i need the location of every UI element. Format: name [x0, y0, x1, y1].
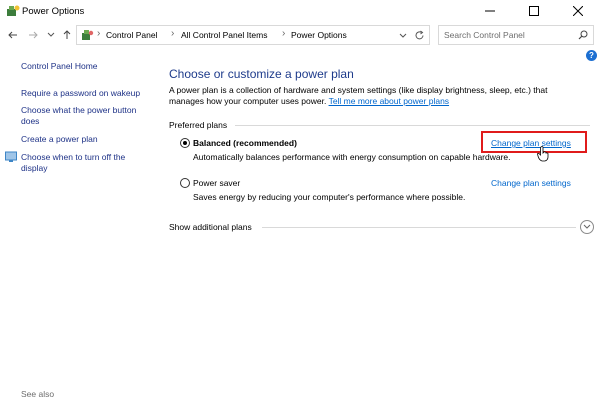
breadcrumb-separator: › — [282, 28, 286, 39]
see-also-label: See also — [21, 389, 55, 399]
sidebar-item-display-off[interactable]: Choose when to turn off the display — [21, 152, 149, 174]
help-button[interactable]: ? — [586, 50, 597, 61]
power-plans-help-link[interactable]: Tell me more about power plans — [329, 96, 449, 106]
sidebar-item-create-plan[interactable]: Create a power plan — [21, 134, 151, 145]
preferred-plans-label: Preferred plans — [169, 120, 228, 130]
expand-additional-plans-button[interactable] — [580, 220, 594, 234]
section-divider — [262, 227, 576, 228]
breadcrumb-all-items[interactable]: All Control Panel Items — [181, 30, 267, 40]
maximize-button[interactable] — [512, 0, 556, 22]
title-bar[interactable]: Power Options — [0, 0, 600, 22]
breadcrumb-separator: › — [171, 28, 175, 39]
sidebar-item-power-button[interactable]: Choose what the power button does — [21, 105, 149, 127]
breadcrumb-control-panel[interactable]: Control Panel — [106, 30, 158, 40]
address-bar[interactable]: › Control Panel › All Control Panel Item… — [76, 25, 430, 45]
hand-cursor-icon — [537, 146, 549, 162]
power-options-icon — [7, 5, 20, 16]
power-saver-plan-radio[interactable] — [180, 178, 190, 188]
balanced-change-plan-link[interactable]: Change plan settings — [491, 138, 571, 148]
search-placeholder: Search Control Panel — [444, 30, 525, 40]
show-additional-plans-label[interactable]: Show additional plans — [169, 222, 252, 232]
back-arrow-icon — [8, 31, 17, 39]
window-title: Power Options — [22, 6, 85, 17]
breadcrumb-power-options[interactable]: Power Options — [291, 30, 347, 40]
chevron-down-icon — [47, 32, 55, 37]
up-button[interactable] — [60, 27, 74, 43]
power-saver-change-plan-link[interactable]: Change plan settings — [491, 178, 571, 188]
recent-locations-button[interactable] — [44, 27, 58, 43]
power-saver-plan-name[interactable]: Power saver — [193, 178, 240, 188]
power-saver-plan-description: Saves energy by reducing your computer's… — [193, 192, 466, 202]
minimize-button[interactable] — [468, 0, 512, 22]
control-panel-icon — [82, 30, 94, 40]
maximize-icon — [529, 6, 539, 16]
forward-arrow-icon — [29, 31, 38, 39]
chevron-down-icon — [583, 224, 591, 229]
chevron-down-icon[interactable] — [399, 32, 407, 40]
forward-button[interactable] — [26, 27, 40, 43]
sidebar-item-password[interactable]: Require a password on wakeup — [21, 88, 151, 99]
radio-selected-dot — [183, 141, 187, 145]
back-button[interactable] — [6, 27, 20, 43]
address-row: › Control Panel › All Control Panel Item… — [0, 22, 600, 48]
refresh-icon[interactable] — [414, 30, 425, 41]
page-title: Choose or customize a power plan — [169, 67, 354, 81]
search-input[interactable]: Search Control Panel — [438, 25, 594, 45]
minimize-icon — [485, 10, 495, 12]
page-description: A power plan is a collection of hardware… — [169, 85, 584, 107]
close-button[interactable] — [556, 0, 600, 22]
search-icon — [578, 30, 588, 40]
balanced-plan-radio[interactable] — [180, 138, 190, 148]
sidebar-home-link[interactable]: Control Panel Home — [21, 61, 98, 72]
balanced-plan-name[interactable]: Balanced (recommended) — [193, 138, 297, 148]
section-divider — [235, 125, 590, 126]
close-icon — [573, 6, 583, 16]
display-shield-icon — [5, 151, 17, 162]
balanced-plan-description: Automatically balances performance with … — [193, 152, 511, 162]
breadcrumb-separator: › — [97, 28, 101, 39]
up-arrow-icon — [63, 30, 71, 39]
